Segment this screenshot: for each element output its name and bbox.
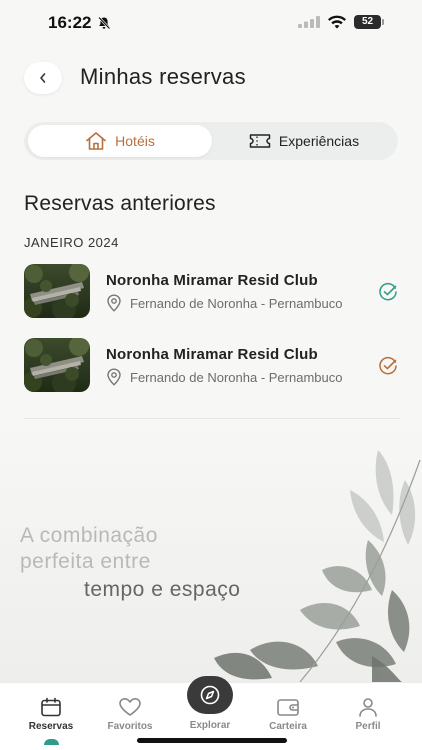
calendar-icon [41, 697, 61, 717]
tagline-line-1: A combinação [20, 524, 158, 547]
hotel-location: Fernando de Noronha - Pernambuco [130, 370, 343, 385]
active-tab-indicator [44, 739, 59, 745]
status-bar: 16:22 52 [0, 0, 422, 46]
tab-hoteis-label: Hotéis [115, 133, 155, 149]
nav-explorar[interactable] [187, 676, 233, 714]
heart-icon [119, 698, 141, 716]
nav-perfil-label: Perfil [355, 721, 381, 732]
bell-muted-icon [98, 16, 111, 30]
section-title: Reservas anteriores [24, 192, 216, 215]
nav-reservas[interactable]: Reservas [15, 683, 87, 743]
hotel-name: Noronha Miramar Resid Club [106, 346, 318, 363]
nav-reservas-label: Reservas [28, 721, 74, 732]
back-button[interactable] [24, 62, 62, 94]
booking-item[interactable]: Noronha Miramar Resid Club Fernando de N… [24, 264, 400, 320]
status-time: 16:22 [48, 13, 92, 32]
wallet-icon [277, 699, 299, 716]
location-pin-icon [107, 294, 121, 312]
booking-item[interactable]: Noronha Miramar Resid Club Fernando de N… [24, 338, 400, 394]
tagline-line-2: perfeita entre [20, 550, 151, 573]
battery-level: 52 [354, 15, 381, 29]
hotel-name: Noronha Miramar Resid Club [106, 272, 318, 289]
tab-hoteis[interactable]: Hotéis [28, 125, 212, 157]
compass-icon [200, 685, 220, 705]
nav-carteira[interactable]: Carteira [252, 683, 324, 743]
nav-favoritos[interactable]: Favoritos [94, 683, 166, 743]
check-circle-icon [379, 356, 397, 375]
ticket-icon [249, 134, 271, 148]
nav-favoritos-label: Favoritos [107, 721, 153, 732]
battery-icon: 52 [354, 15, 384, 29]
home-indicator[interactable] [137, 738, 287, 743]
divider [24, 418, 400, 419]
signal-icon [298, 16, 320, 28]
user-icon [359, 698, 377, 717]
location-pin-icon [107, 368, 121, 386]
wifi-icon [328, 15, 346, 29]
nav-explorar-label[interactable]: Explorar [175, 720, 245, 731]
chevron-left-icon [40, 73, 46, 83]
check-circle-icon [379, 282, 397, 301]
tab-experiencias-label: Experiências [278, 133, 360, 149]
tab-experiencias[interactable]: Experiências [214, 125, 394, 157]
page-title: Minhas reservas [80, 64, 246, 89]
month-label: JANEIRO 2024 [24, 235, 119, 250]
hotel-location: Fernando de Noronha - Pernambuco [130, 296, 343, 311]
hotel-thumbnail [24, 338, 90, 392]
tagline-line-3: tempo e espaço [84, 578, 241, 601]
reservation-type-tabs: Hotéis Experiências [24, 122, 398, 160]
hotel-thumbnail [24, 264, 90, 318]
house-icon [86, 132, 106, 150]
nav-perfil[interactable]: Perfil [332, 683, 404, 743]
nav-carteira-label: Carteira [269, 721, 307, 732]
